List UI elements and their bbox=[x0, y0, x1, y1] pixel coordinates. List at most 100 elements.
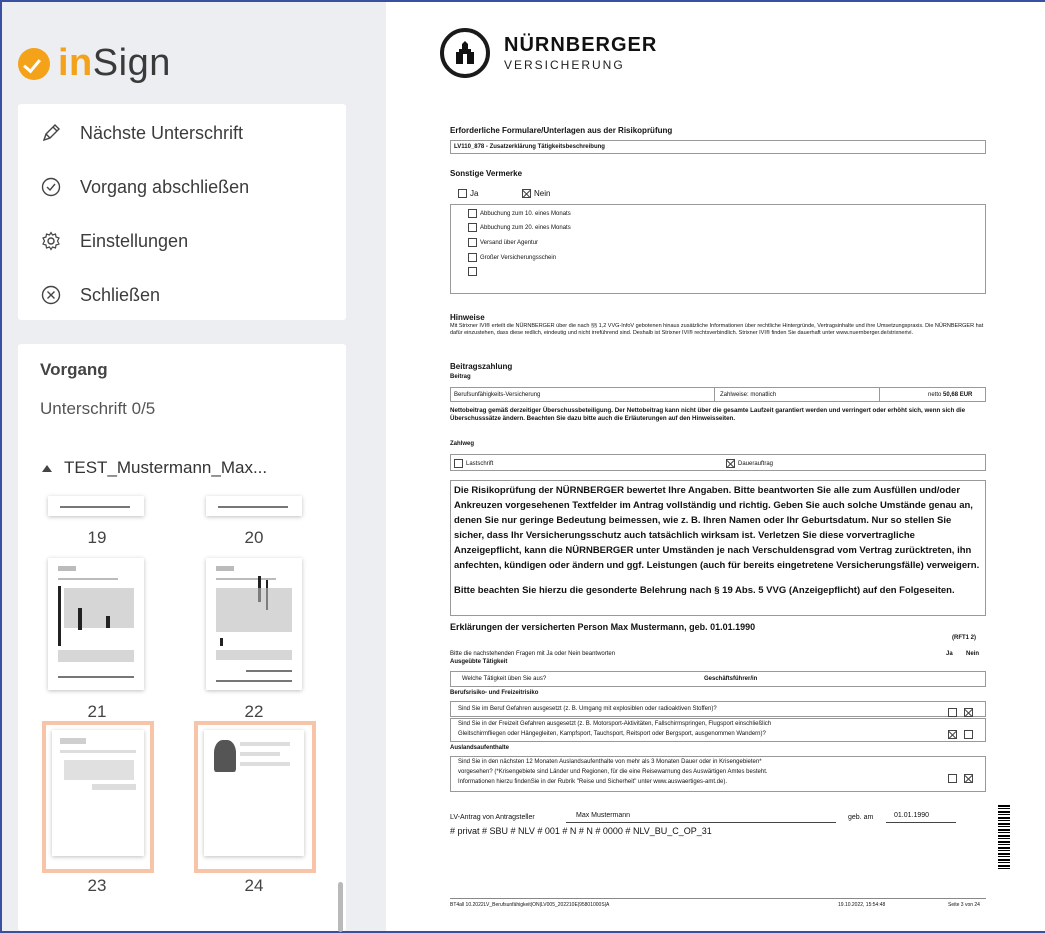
hints-text: Mit Strixner IVI® erteilt die NÜRNBERGER… bbox=[450, 323, 984, 336]
option-4[interactable]: Großer Versicherungsschein bbox=[468, 253, 556, 262]
question-intro: Bitte die nachstehenden Fragen mit Ja od… bbox=[450, 651, 616, 657]
logo-text-in: in bbox=[58, 42, 93, 84]
risk-heading: Berufsrisiko- und Freizeitrisiko bbox=[450, 690, 539, 696]
settings-label: Einstellungen bbox=[80, 230, 189, 251]
dob-underline bbox=[886, 822, 956, 823]
payment-lastschrift[interactable]: Lastschrift bbox=[454, 459, 493, 468]
checkbox-empty-icon bbox=[458, 189, 467, 199]
dob-label: geb. am bbox=[848, 814, 874, 821]
premium-amount: 50,68 EUR bbox=[943, 392, 973, 398]
occupation-heading: Ausgeübte Tätigkeit bbox=[450, 659, 508, 665]
premium-amount-prefix: netto bbox=[928, 392, 942, 398]
checkmark-logo-icon bbox=[18, 47, 50, 80]
page-number-22: 22 bbox=[244, 702, 264, 721]
insign-logo: inSign bbox=[18, 42, 171, 85]
checkbox-checked-icon bbox=[726, 459, 735, 468]
page-number-23: 23 bbox=[87, 876, 107, 895]
column-ja: Ja bbox=[946, 651, 953, 657]
document-toggle[interactable]: TEST_Mustermann_Max... bbox=[42, 458, 267, 478]
logo-text-sign: Sign bbox=[92, 42, 171, 84]
action-menu: Nächste Unterschrift Vorgang abschließen… bbox=[18, 104, 346, 320]
question-3-line2: vorgesehen? (*Krisengebiete sind Länder … bbox=[458, 769, 768, 775]
forms-item: LV110_878 - Zusatzerklärung Tätigkeitsbe… bbox=[454, 144, 605, 150]
settings-button[interactable]: Einstellungen bbox=[18, 214, 346, 268]
castle-logo-icon bbox=[440, 28, 490, 78]
occupation-answer: Geschäftsführer/in bbox=[704, 676, 758, 682]
barcode-icon bbox=[998, 805, 1010, 869]
payment-method-row bbox=[450, 454, 986, 471]
abroad-heading: Auslandsaufenthalte bbox=[450, 745, 510, 751]
document-name: TEST_Mustermann_Max... bbox=[64, 458, 268, 477]
page-thumbnail-22[interactable] bbox=[206, 558, 302, 690]
payment-method-label: Zahlweg bbox=[450, 441, 475, 447]
question-2-line2: Gleitschirmfliegen oder Hängegleiten, Ka… bbox=[458, 731, 766, 737]
close-button[interactable]: Schließen bbox=[18, 268, 346, 322]
sidebar-scrollbar[interactable] bbox=[338, 882, 343, 932]
applicant-underline bbox=[566, 822, 836, 823]
checkbox-checked-icon bbox=[522, 189, 531, 199]
process-panel: Vorgang Unterschrift 0/5 TEST_Mustermann… bbox=[18, 344, 346, 931]
document-viewer: NÜRNBERGER VERSICHERUNG Erforderliche Fo… bbox=[386, 2, 1045, 931]
option-3[interactable]: Versand über Agentur bbox=[468, 238, 538, 247]
option-2[interactable]: Abbuchung zum 20. eines Monats bbox=[468, 223, 571, 232]
next-signature-label: Nächste Unterschrift bbox=[80, 122, 244, 143]
footer-divider bbox=[450, 898, 986, 899]
premium-mode: Zahlweise: monatlich bbox=[720, 392, 777, 398]
q2-answers[interactable] bbox=[948, 726, 976, 744]
collapse-triangle-icon bbox=[42, 464, 52, 472]
risk-assessment-text: Die Risikoprüfung der NÜRNBERGER bewerte… bbox=[454, 485, 980, 571]
contract-code-line: # privat # SBU # NLV # 001 # N # N # 000… bbox=[450, 826, 712, 836]
nuernberger-logo: NÜRNBERGER VERSICHERUNG bbox=[440, 28, 657, 78]
page-thumbnail-24[interactable] bbox=[204, 730, 304, 856]
other-notes-heading: Sonstige Vermerke bbox=[450, 169, 523, 178]
question-2-line1: Sind Sie in der Freizeit Gefahren ausges… bbox=[458, 721, 772, 727]
risk-assessment-note: Bitte beachten Sie hierzu die gesonderte… bbox=[454, 585, 955, 596]
option-5[interactable] bbox=[468, 267, 480, 276]
close-circle-icon bbox=[40, 284, 62, 306]
net-premium-note: Nettobeitrag gemäß derzeitiger Überschus… bbox=[450, 407, 966, 422]
forms-heading: Erforderliche Formulare/Unterlagen aus d… bbox=[450, 126, 673, 135]
page-number-21: 21 bbox=[87, 702, 107, 721]
footer-date: 19.10.2022, 15:54:48 bbox=[838, 902, 886, 908]
hints-heading: Hinweise bbox=[450, 313, 485, 322]
page-thumbnail-19[interactable] bbox=[48, 496, 144, 516]
pen-icon bbox=[40, 122, 62, 144]
page-number-19: 19 bbox=[87, 528, 107, 547]
complete-process-button[interactable]: Vorgang abschließen bbox=[18, 160, 346, 214]
page-number-24: 24 bbox=[244, 876, 264, 895]
payment-heading: Beitragszahlung bbox=[450, 362, 513, 371]
notes-nein-option[interactable]: Nein bbox=[522, 189, 550, 199]
q3-answers[interactable] bbox=[948, 770, 976, 788]
sidebar: inSign Nächste Unterschrift Vorgang absc… bbox=[2, 2, 386, 932]
column-nein: Nein bbox=[966, 651, 980, 657]
brand-subtitle: VERSICHERUNG bbox=[504, 58, 625, 72]
next-signature-button[interactable]: Nächste Unterschrift bbox=[18, 106, 346, 160]
applicant-name: Max Mustermann bbox=[576, 812, 631, 819]
notes-ja-option[interactable]: Ja bbox=[458, 189, 478, 199]
page-thumbnail-23[interactable] bbox=[52, 730, 144, 856]
photo-icon bbox=[214, 740, 236, 772]
premium-label: Beitrag bbox=[450, 374, 471, 380]
applicant-label: LV-Antrag von Antragsteller bbox=[450, 814, 535, 821]
occupation-question: Welche Tätigkeit üben Sie aus? bbox=[462, 676, 547, 682]
footer-page: Seite 3 von 24 bbox=[948, 902, 980, 908]
rft-code: (RFT1 2) bbox=[952, 635, 976, 641]
question-1: Sind Sie im Beruf Gefahren ausgesetzt (z… bbox=[458, 706, 717, 712]
checkbox-empty-icon bbox=[454, 459, 463, 468]
brand-name: NÜRNBERGER bbox=[504, 34, 658, 56]
check-circle-icon bbox=[40, 176, 62, 198]
payment-dauerauftrag[interactable]: Dauerauftrag bbox=[726, 459, 773, 468]
page-thumbnail-21[interactable] bbox=[48, 558, 144, 690]
premium-product: Berufsunfähigkeits-Versicherung bbox=[454, 392, 541, 398]
complete-process-label: Vorgang abschließen bbox=[80, 176, 250, 197]
page-number-20: 20 bbox=[244, 528, 264, 547]
declaration-heading: Erklärungen der versicherten Person Max … bbox=[450, 622, 756, 632]
footer-reference: BT4all 10.2022LV_Berufsunfähigkeit|ON|LV… bbox=[450, 902, 610, 908]
option-1[interactable]: Abbuchung zum 10. eines Monats bbox=[468, 209, 571, 218]
page-thumbnail-20[interactable] bbox=[206, 496, 302, 516]
question-3-line1: Sind Sie in den nächsten 12 Monaten Ausl… bbox=[458, 759, 762, 765]
close-label: Schließen bbox=[80, 284, 161, 305]
question-3-line3: Informationen hierzu findenSie in der Ru… bbox=[458, 779, 728, 785]
gear-icon bbox=[40, 230, 62, 252]
dob-value: 01.01.1990 bbox=[894, 812, 930, 819]
